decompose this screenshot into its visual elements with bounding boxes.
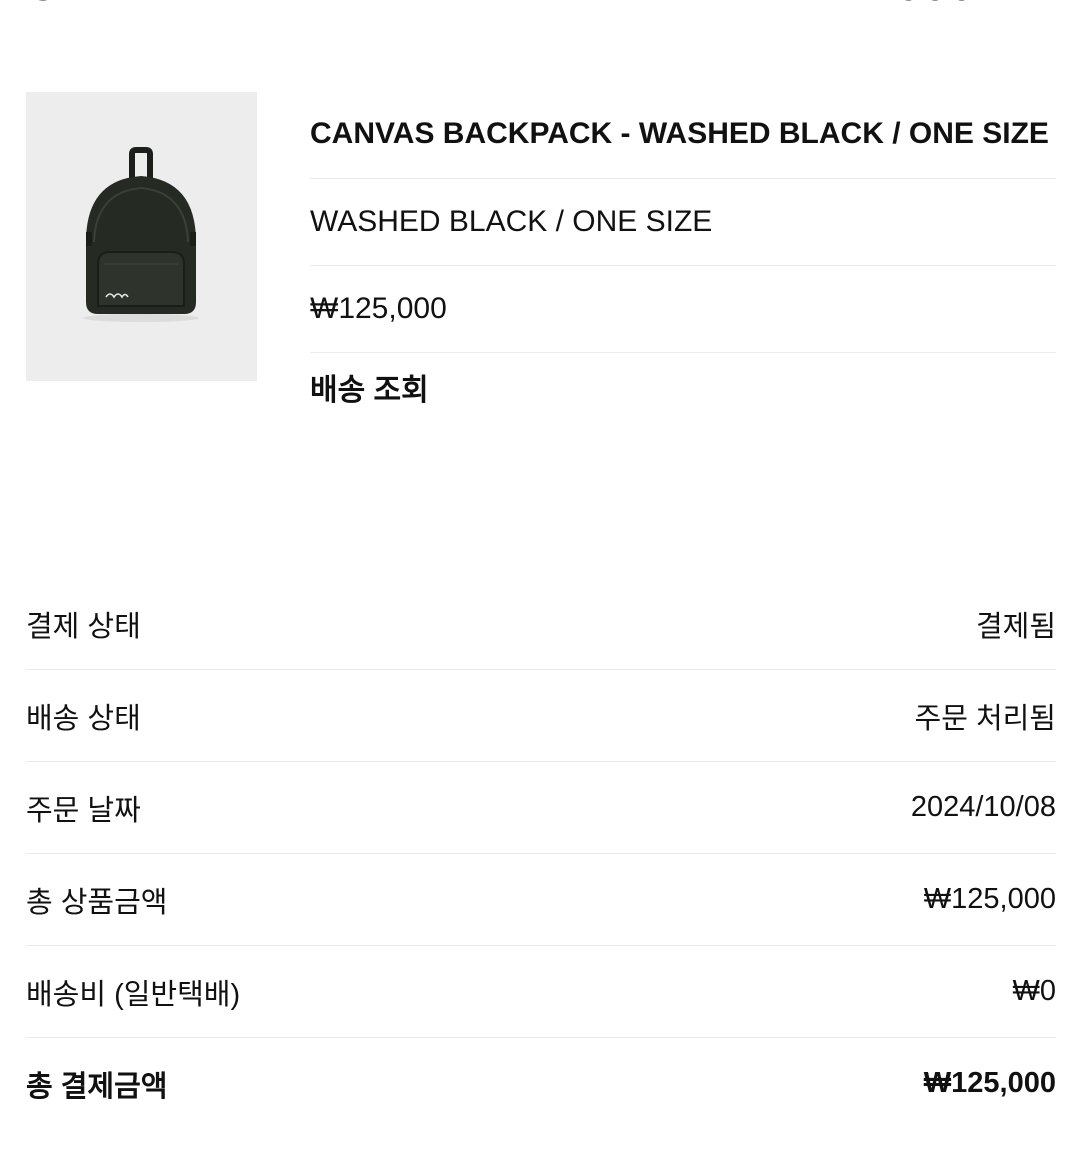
order-date-label: 주문 날짜 (26, 794, 141, 827)
order-detail-page: ORDER #000442 (0, 0, 1079, 1173)
order-date-row: 주문 날짜 2024/10/08 (26, 762, 1056, 854)
total-label: 총 결제금액 (26, 1070, 168, 1103)
shipping-fee-value: ₩0 (1012, 975, 1057, 1007)
product-price: ₩125,000 (310, 266, 1056, 353)
shipping-status-label: 배송 상태 (26, 702, 141, 735)
subtotal-row: 총 상품금액 ₩125,000 (26, 854, 1056, 946)
order-summary: 결제 상태 결제됨 배송 상태 주문 처리됨 주문 날짜 2024/10/08 … (26, 578, 1056, 1129)
total-row: 총 결제금액 ₩125,000 (26, 1038, 1056, 1129)
subtotal-value: ₩125,000 (923, 883, 1056, 915)
shipping-status-value: 주문 처리됨 (914, 702, 1056, 735)
shipping-status-row: 배송 상태 주문 처리됨 (26, 670, 1056, 762)
subtotal-label: 총 상품금액 (26, 886, 168, 919)
payment-status-row: 결제 상태 결제됨 (26, 578, 1056, 670)
product-name[interactable]: CANVAS BACKPACK - WASHED BLACK / ONE SIZ… (310, 92, 1056, 179)
order-date-value: 2024/10/08 (910, 791, 1056, 823)
product-variant: WASHED BLACK / ONE SIZE (310, 179, 1056, 266)
order-header: ORDER #000442 (26, 0, 1055, 12)
product-thumbnail[interactable] (26, 92, 257, 381)
shipping-fee-label: 배송비 (일반택배) (26, 978, 241, 1011)
payment-status-value: 결제됨 (975, 610, 1056, 643)
payment-status-label: 결제 상태 (26, 610, 141, 643)
total-value: ₩125,000 (923, 1067, 1056, 1099)
order-title: ORDER (26, 0, 195, 12)
shipping-fee-row: 배송비 (일반택배) ₩0 (26, 946, 1056, 1038)
order-number: #000442 (870, 0, 1055, 12)
track-shipment-link[interactable]: 배송 조회 (310, 353, 1056, 434)
order-product: CANVAS BACKPACK - WASHED BLACK / ONE SIZ… (26, 92, 1056, 472)
backpack-image (83, 147, 199, 322)
product-info: CANVAS BACKPACK - WASHED BLACK / ONE SIZ… (310, 92, 1056, 434)
